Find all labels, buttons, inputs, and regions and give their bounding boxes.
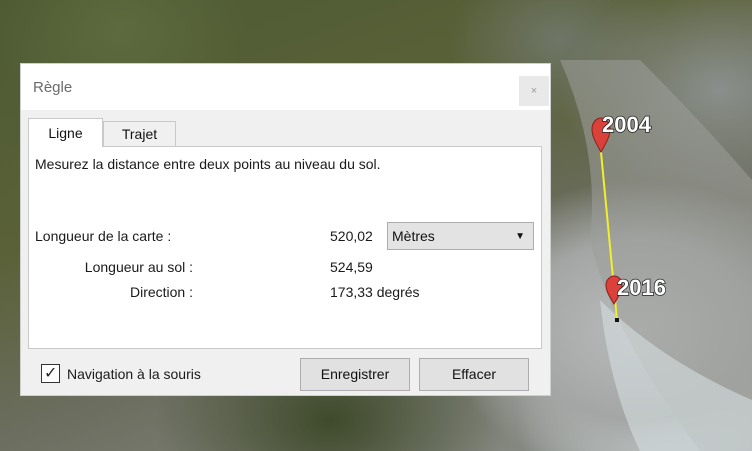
direction-value: 173,33 degrés [330,284,420,300]
unit-select-value: Mètres [392,228,435,244]
tab-panel-ligne: Mesurez la distance entre deux points au… [28,146,542,349]
ground-length-value: 524,59 [330,259,373,275]
mouse-navigation-label: Navigation à la souris [67,366,201,382]
clear-button[interactable]: Effacer [419,358,529,391]
marker-2004-label: 2004 [602,112,652,137]
checkmark-icon: ✓ [44,365,58,382]
tab-ligne[interactable]: Ligne [28,118,103,147]
close-button[interactable]: × [519,76,549,106]
mouse-navigation-checkbox[interactable]: ✓ [41,364,60,383]
line-end-point [615,318,619,322]
ground-length-label: Longueur au sol : [84,259,193,275]
map-length-value: 520,02 [330,228,373,244]
map-length-label: Longueur de la carte : [35,228,172,244]
direction-label: Direction : [129,284,193,300]
dialog-titlebar[interactable]: Règle × [21,64,550,110]
close-icon: × [530,85,538,97]
marker-2016-label: 2016 [617,275,666,300]
ruler-dialog: Règle × Ligne Trajet Mesurez la distance… [20,63,551,396]
tab-trajet[interactable]: Trajet [103,121,176,146]
dialog-title: Règle [33,79,73,96]
chevron-down-icon: ▼ [515,231,525,242]
save-button[interactable]: Enregistrer [300,358,410,391]
unit-select[interactable]: Mètres ▼ [387,222,534,250]
description-text: Mesurez la distance entre deux points au… [35,156,381,172]
